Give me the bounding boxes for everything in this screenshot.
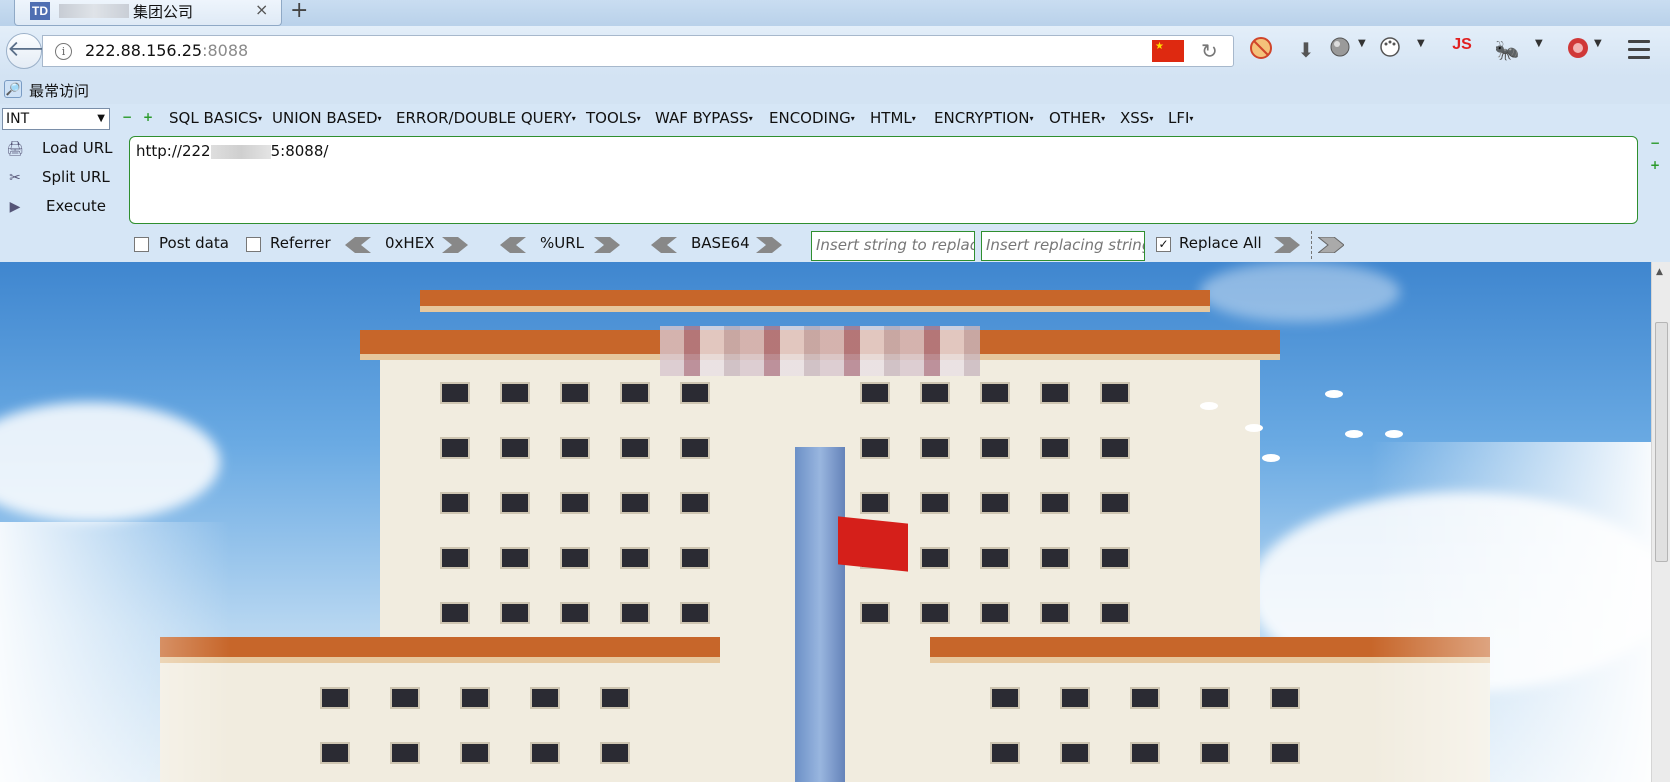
page-banner-image	[0, 262, 1651, 782]
options-row: Post data Referrer 0xHEX %URL BASE64 Ins…	[0, 228, 1670, 261]
execute-button[interactable]: ▶ Execute	[2, 194, 120, 222]
globe-icon[interactable]	[1326, 36, 1354, 64]
replace-run-arrow-icon[interactable]	[1274, 237, 1300, 253]
roof-top	[420, 290, 1210, 312]
menu-other[interactable]: OTHER▾	[1049, 109, 1105, 127]
hex-decode-arrow-icon[interactable]	[345, 237, 371, 253]
browser-tab[interactable]: TD 集团公司 ×	[14, 0, 282, 26]
cloud	[0, 402, 220, 522]
center-tower	[795, 447, 845, 782]
scroll-up-icon[interactable]: ▲	[1656, 267, 1663, 277]
bookmarks-toolbar: 🔎 最常访问	[0, 76, 1670, 104]
url-encode-label: %URL	[540, 234, 585, 252]
right-decrease-button[interactable]: −	[1650, 136, 1660, 150]
replace-all-checkbox[interactable]: ✓	[1156, 237, 1171, 252]
download-icon[interactable]: ⬇	[1292, 36, 1320, 64]
hamburger-menu-icon[interactable]	[1628, 40, 1650, 64]
cloud	[1200, 262, 1400, 322]
right-increase-button[interactable]: +	[1650, 158, 1660, 172]
white-fade	[1371, 442, 1651, 782]
globe-dropdown-icon[interactable]: ▼	[1358, 38, 1366, 49]
address-bar[interactable]: i 222.88.156.25:8088 ★ ↻	[42, 35, 1234, 67]
red-flag	[838, 516, 908, 572]
tab-bar: TD 集团公司 × +	[0, 0, 1670, 26]
shield-dropdown-icon[interactable]: ▼	[1594, 38, 1602, 49]
increase-button[interactable]: +	[143, 110, 153, 124]
hackbar-panel: INT ▼ − + SQL BASICS▾ UNION BASED▾ ERROR…	[0, 104, 1670, 262]
redacted-sign-mosaic	[660, 326, 980, 376]
menu-html[interactable]: HTML▾	[870, 109, 916, 127]
base64-label: BASE64	[691, 234, 750, 252]
china-flag-icon[interactable]: ★	[1152, 40, 1184, 62]
bird	[1200, 402, 1218, 410]
white-fade	[0, 522, 230, 782]
separator	[1311, 231, 1312, 259]
close-tab-icon[interactable]: ×	[255, 0, 268, 19]
menu-lfi[interactable]: LFI▾	[1168, 109, 1193, 127]
menu-encoding[interactable]: ENCODING▾	[769, 109, 855, 127]
bug-icon[interactable]: 🐜	[1493, 36, 1521, 64]
vertical-scrollbar[interactable]: ▲	[1651, 262, 1670, 782]
replace-to-input[interactable]: Insert replacing string	[981, 231, 1145, 261]
replace-back-arrow-icon[interactable]	[1318, 237, 1344, 253]
menu-encryption[interactable]: ENCRYPTION▾	[934, 109, 1033, 127]
post-data-label: Post data	[159, 234, 229, 252]
url-decode-arrow-icon[interactable]	[500, 237, 526, 253]
menu-union-based[interactable]: UNION BASED▾	[272, 109, 382, 127]
folder-search-icon: 🔎	[4, 80, 22, 98]
base64-encode-arrow-icon[interactable]	[756, 237, 782, 253]
scissors-icon: ✂	[9, 170, 21, 186]
js-icon[interactable]: JS	[1448, 36, 1476, 64]
palette-icon[interactable]	[1376, 36, 1404, 64]
load-url-button[interactable]: 🖨 Load URL	[2, 136, 120, 164]
referrer-checkbox[interactable]	[246, 237, 261, 252]
bookmark-most-visited[interactable]: 最常访问	[29, 80, 89, 101]
redacted-title-blur	[59, 4, 129, 18]
bird	[1345, 430, 1363, 438]
referrer-label: Referrer	[270, 234, 331, 252]
base64-decode-arrow-icon[interactable]	[651, 237, 677, 253]
tab-title: 集团公司	[133, 3, 194, 21]
reload-icon[interactable]: ↻	[1201, 39, 1218, 63]
encoding-select[interactable]: INT ▼	[2, 108, 110, 130]
new-tab-button[interactable]: +	[290, 0, 308, 23]
bird	[1245, 424, 1263, 432]
play-icon: ▶	[9, 199, 21, 215]
bird	[1262, 454, 1280, 462]
menu-sql-basics[interactable]: SQL BASICS▾	[169, 109, 262, 127]
load-url-icon: 🖨	[6, 141, 24, 157]
hackbar-url-textarea[interactable]: http://222 5:8088/	[129, 136, 1638, 224]
replace-from-input[interactable]: Insert string to replac	[811, 231, 975, 261]
replace-all-label: Replace All	[1179, 234, 1262, 252]
site-favicon-icon: TD	[30, 2, 50, 20]
menu-waf-bypass[interactable]: WAF BYPASS▾	[655, 109, 753, 127]
hex-label: 0xHEX	[385, 234, 435, 252]
url-text[interactable]: 222.88.156.25:8088	[85, 41, 248, 60]
redacted-url-blur	[210, 144, 271, 159]
no-script-icon[interactable]	[1247, 36, 1275, 64]
url-area-text: http://222 5:8088/	[136, 142, 329, 160]
bird	[1325, 390, 1343, 398]
palette-dropdown-icon[interactable]: ▼	[1417, 38, 1425, 49]
left-wing	[160, 637, 720, 782]
scroll-thumb[interactable]	[1655, 322, 1668, 562]
menu-xss[interactable]: XSS▾	[1120, 109, 1153, 127]
info-icon[interactable]: i	[55, 43, 72, 60]
bug-dropdown-icon[interactable]: ▼	[1535, 38, 1543, 49]
hex-encode-arrow-icon[interactable]	[442, 237, 468, 253]
back-button[interactable]: 🡐	[6, 33, 66, 69]
bird	[1385, 430, 1403, 438]
split-url-button[interactable]: ✂ Split URL	[2, 165, 120, 193]
url-encode-arrow-icon[interactable]	[594, 237, 620, 253]
decrease-button[interactable]: −	[122, 110, 132, 124]
nav-bar: 🡐 i 222.88.156.25:8088 ★ ↻ ⬇ ▼ ▼ JS 🐜 ▼ …	[0, 26, 1670, 76]
shield-icon[interactable]	[1564, 36, 1592, 64]
chevron-down-icon: ▼	[97, 113, 105, 124]
menu-tools[interactable]: TOOLS▾	[586, 109, 641, 127]
post-data-checkbox[interactable]	[134, 237, 149, 252]
menu-error-double-query[interactable]: ERROR/DOUBLE QUERY▾	[396, 109, 576, 127]
